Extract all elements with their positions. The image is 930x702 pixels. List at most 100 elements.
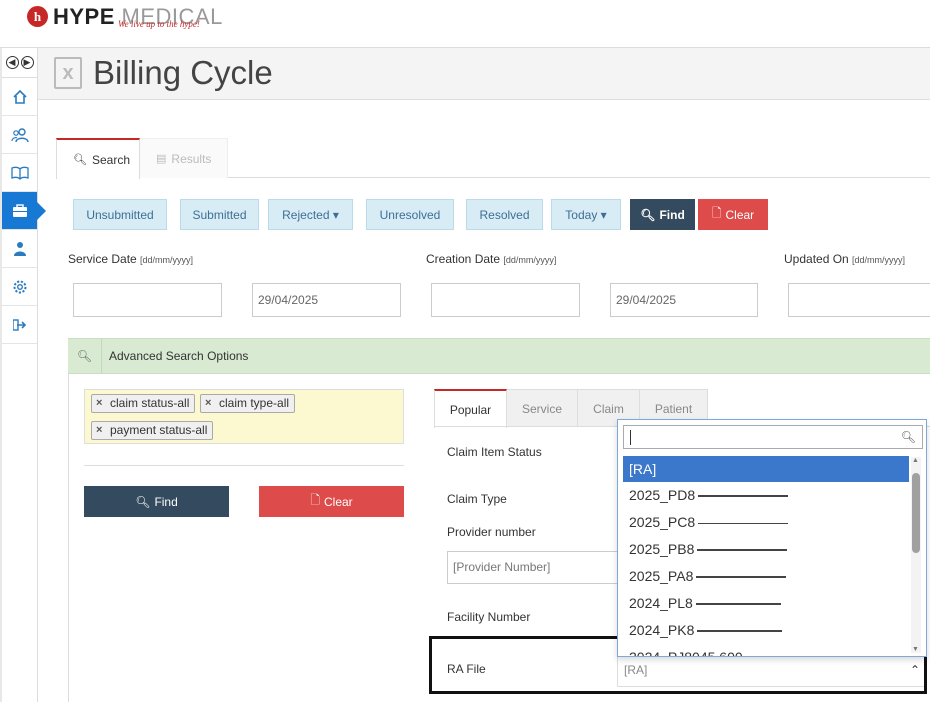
today-dropdown[interactable]: Today ▾ <box>551 199 621 230</box>
advanced-clear-label: Clear <box>323 494 353 509</box>
subtab-popular[interactable]: Popular <box>434 389 507 428</box>
redacted-text <box>697 630 783 633</box>
redacted-text <box>697 549 788 552</box>
option-label: 2024_PJ8045.600 <box>629 649 743 657</box>
filter-chip-box[interactable]: × claim status-all × claim type-all × payme… <box>84 389 404 444</box>
resolved-button[interactable]: Resolved <box>466 199 543 230</box>
arrow-left-icon[interactable]: ◀ <box>5 56 19 69</box>
text-caret <box>630 430 631 445</box>
clear-label: Clear <box>725 207 755 222</box>
advanced-search-header[interactable]: 🔍︎ Advanced Search Options <box>68 338 930 374</box>
dropdown-option[interactable]: 2024_PK8 <box>623 617 909 643</box>
service-date-hint: [dd/mm/yyyy] <box>140 255 194 265</box>
tab-search-label: Search <box>91 152 130 167</box>
chip-label: claim type-all <box>219 396 290 410</box>
creation-date-from-input[interactable] <box>431 283 580 317</box>
dropdown-option[interactable]: 2025_PC8 <box>623 509 909 535</box>
brand-tagline: We live up to the hype! <box>118 19 200 29</box>
logo-mark: h <box>27 6 48 27</box>
service-date-label-text: Service Date <box>68 252 141 266</box>
search-icon: 🔍︎ <box>900 430 916 444</box>
clear-file-icon: 🗋 <box>711 206 722 220</box>
sidebar-item-book[interactable] <box>2 154 37 192</box>
option-label: 2025_PB8 <box>629 541 695 557</box>
creation-date-label: Creation Date [dd/mm/yyyy] <box>426 252 556 266</box>
redacted-text <box>695 603 781 606</box>
claim-type-label: Claim Type <box>447 492 507 506</box>
sidebar-item-billing[interactable] <box>2 192 46 230</box>
tab-results[interactable]: ▤ Results <box>140 138 228 178</box>
scroll-down-icon[interactable]: ▼ <box>912 646 919 653</box>
tab-results-label: Results <box>171 151 212 166</box>
remove-chip-icon[interactable]: × <box>96 422 102 439</box>
doctor-icon <box>13 241 26 256</box>
divider <box>84 465 404 466</box>
option-label: 2024_PK8 <box>629 622 695 638</box>
dropdown-option[interactable]: 2024_PJ8045.600 <box>623 644 909 657</box>
document-icon: ▤ <box>156 153 167 165</box>
search-icon: 🔍︎ <box>73 154 87 166</box>
sidebar-item-logout[interactable] <box>2 306 37 344</box>
updated-on-label: Updated On [dd/mm/yyyy] <box>784 252 905 266</box>
creation-date-to-input[interactable]: 29/04/2025 <box>610 283 758 317</box>
top-bar: h HYPE MEDICAL We live up to the hype! <box>0 0 930 48</box>
scrollbar-thumb[interactable] <box>912 473 920 553</box>
remove-chip-icon[interactable]: × <box>205 395 211 412</box>
chip-claim-status[interactable]: × claim status-all <box>91 394 196 413</box>
unresolved-button[interactable]: Unresolved <box>366 199 454 230</box>
provider-number-label: Provider number <box>447 525 536 539</box>
facility-number-label: Facility Number <box>447 610 531 624</box>
dropdown-scrollbar[interactable]: ▲ ▼ <box>911 457 921 653</box>
option-label: 2024_PL8 <box>629 595 693 611</box>
unsubmitted-button[interactable]: Unsubmitted <box>73 199 167 230</box>
creation-date-label-text: Creation Date <box>426 252 504 266</box>
dropdown-option[interactable]: 2025_PD8 <box>623 482 909 508</box>
advanced-clear-button[interactable]: 🗋 Clear <box>259 486 404 517</box>
advanced-search-title: Advanced Search Options <box>109 349 249 363</box>
sidebar-item-home[interactable] <box>2 78 37 116</box>
dropdown-option[interactable]: 2024_PL8 <box>623 590 909 616</box>
dropdown-search-input[interactable]: 🔍︎ <box>623 425 923 449</box>
redacted-text <box>698 495 789 498</box>
claim-item-status-label: Claim Item Status <box>447 445 542 459</box>
advanced-find-button[interactable]: 🔍︎ Find <box>84 486 229 517</box>
gear-icon <box>13 280 26 293</box>
chip-payment-status[interactable]: × payment status-all <box>91 421 214 440</box>
updated-on-hint: [dd/mm/yyyy] <box>852 255 906 265</box>
submitted-button[interactable]: Submitted <box>180 199 259 230</box>
home-icon <box>12 89 27 104</box>
redacted-text <box>698 522 789 524</box>
updated-on-from-input[interactable] <box>788 283 930 317</box>
option-label: 2025_PD8 <box>629 487 696 503</box>
chip-label: payment status-all <box>110 423 208 437</box>
service-date-to-input[interactable]: 29/04/2025 <box>252 283 401 317</box>
sidebar-item-doctor[interactable] <box>2 230 37 268</box>
scroll-up-icon[interactable]: ▲ <box>912 457 919 464</box>
users-icon <box>10 127 29 142</box>
subtab-service[interactable]: Service <box>507 389 578 427</box>
sidebar-toggle[interactable]: ◀ ▶ <box>2 48 37 78</box>
rejected-dropdown[interactable]: Rejected ▾ <box>268 199 353 230</box>
sidebar-item-patients[interactable] <box>2 116 37 154</box>
ra-file-dropdown: 🔍︎ [RA] 2025_PD8 2025_PC8 2025_PB8 2025_… <box>617 419 927 657</box>
chip-label: claim status-all <box>110 396 190 410</box>
provider-number-input[interactable]: [Provider Number] <box>447 551 619 584</box>
search-icon: 🔍︎ <box>68 339 102 373</box>
dropdown-option[interactable]: [RA] <box>623 456 909 482</box>
service-date-label: Service Date [dd/mm/yyyy] <box>68 252 193 266</box>
clear-file-icon: 🗋 <box>310 493 320 507</box>
clear-button[interactable]: 🗋 Clear <box>698 199 768 230</box>
chip-claim-type[interactable]: × claim type-all <box>200 394 296 413</box>
arrow-right-icon[interactable]: ▶ <box>20 56 34 69</box>
creation-date-hint: [dd/mm/yyyy] <box>503 255 557 265</box>
page-title: Billing Cycle <box>93 54 273 91</box>
sidebar-item-settings[interactable] <box>2 268 37 306</box>
search-icon: 🔍︎ <box>640 207 656 222</box>
find-label: Find <box>659 207 685 222</box>
dropdown-option[interactable]: 2025_PA8 <box>623 563 909 589</box>
remove-chip-icon[interactable]: × <box>96 395 102 412</box>
tab-search[interactable]: 🔍︎ Search <box>56 138 140 179</box>
find-button[interactable]: 🔍︎ Find <box>630 199 695 230</box>
service-date-from-input[interactable] <box>73 283 222 317</box>
dropdown-option[interactable]: 2025_PB8 <box>623 536 909 562</box>
